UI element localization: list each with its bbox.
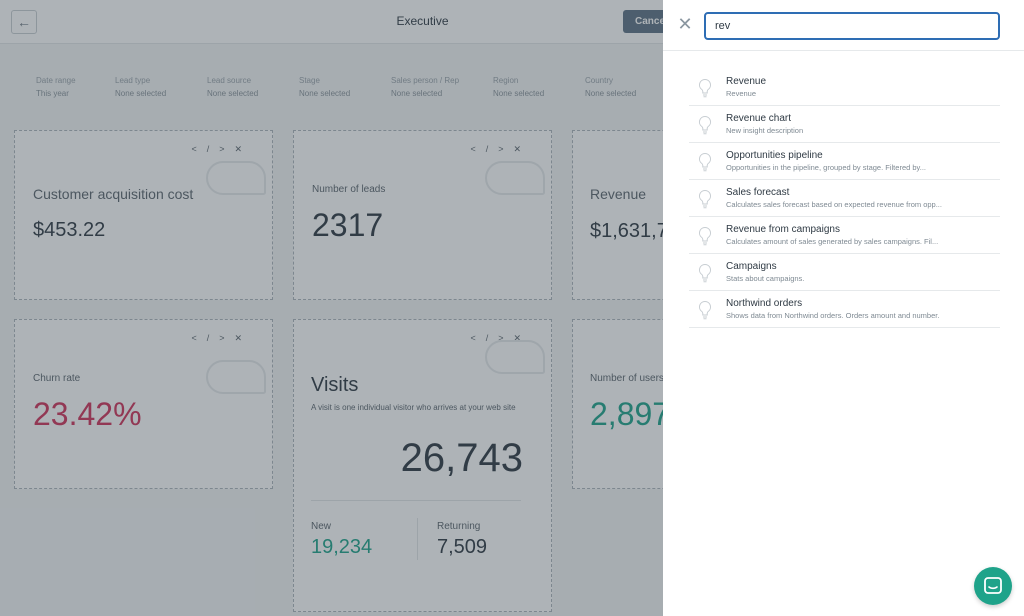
- lightbulb-icon: [698, 152, 712, 172]
- lightbulb-icon: [698, 226, 712, 246]
- insight-search-panel: ✕ Revenue Revenue Revenue chart New insi…: [663, 0, 1024, 616]
- result-description: Calculates sales forecast based on expec…: [726, 200, 942, 209]
- result-description: Opportunities in the pipeline, grouped b…: [726, 163, 926, 172]
- search-results: Revenue Revenue Revenue chart New insigh…: [689, 69, 1000, 328]
- result-title: Northwind orders: [726, 298, 803, 309]
- lightbulb-icon: [698, 263, 712, 283]
- lightbulb-icon: [698, 189, 712, 209]
- list-item[interactable]: Revenue Revenue: [689, 69, 1000, 106]
- chat-launcher-button[interactable]: [974, 567, 1012, 605]
- result-description: Revenue: [726, 89, 757, 98]
- result-title: Opportunities pipeline: [726, 150, 823, 161]
- result-description: Calculates amount of sales generated by …: [726, 237, 939, 246]
- list-item[interactable]: Campaigns Stats about campaigns.: [689, 254, 1000, 291]
- result-title: Sales forecast: [726, 187, 790, 198]
- list-item[interactable]: Revenue from campaigns Calculates amount…: [689, 217, 1000, 254]
- result-description: Shows data from Northwind orders. Orders…: [726, 311, 940, 320]
- list-item[interactable]: Opportunities pipeline Opportunities in …: [689, 143, 1000, 180]
- panel-header: ✕: [663, 0, 1024, 51]
- list-item[interactable]: Northwind orders Shows data from Northwi…: [689, 291, 1000, 328]
- chat-icon: [984, 577, 1002, 594]
- result-title: Revenue from campaigns: [726, 224, 840, 235]
- result-title: Campaigns: [726, 261, 777, 272]
- lightbulb-icon: [698, 115, 712, 135]
- search-input[interactable]: [704, 12, 1000, 40]
- result-title: Revenue: [726, 76, 767, 87]
- list-item[interactable]: Sales forecast Calculates sales forecast…: [689, 180, 1000, 217]
- lightbulb-icon: [698, 78, 712, 98]
- close-icon[interactable]: ✕: [675, 14, 695, 34]
- result-description: Stats about campaigns.: [726, 274, 805, 283]
- lightbulb-icon: [698, 300, 712, 320]
- result-description: New insight description: [726, 126, 804, 135]
- list-item[interactable]: Revenue chart New insight description: [689, 106, 1000, 143]
- modal-backdrop[interactable]: [0, 0, 663, 616]
- result-title: Revenue chart: [726, 113, 792, 124]
